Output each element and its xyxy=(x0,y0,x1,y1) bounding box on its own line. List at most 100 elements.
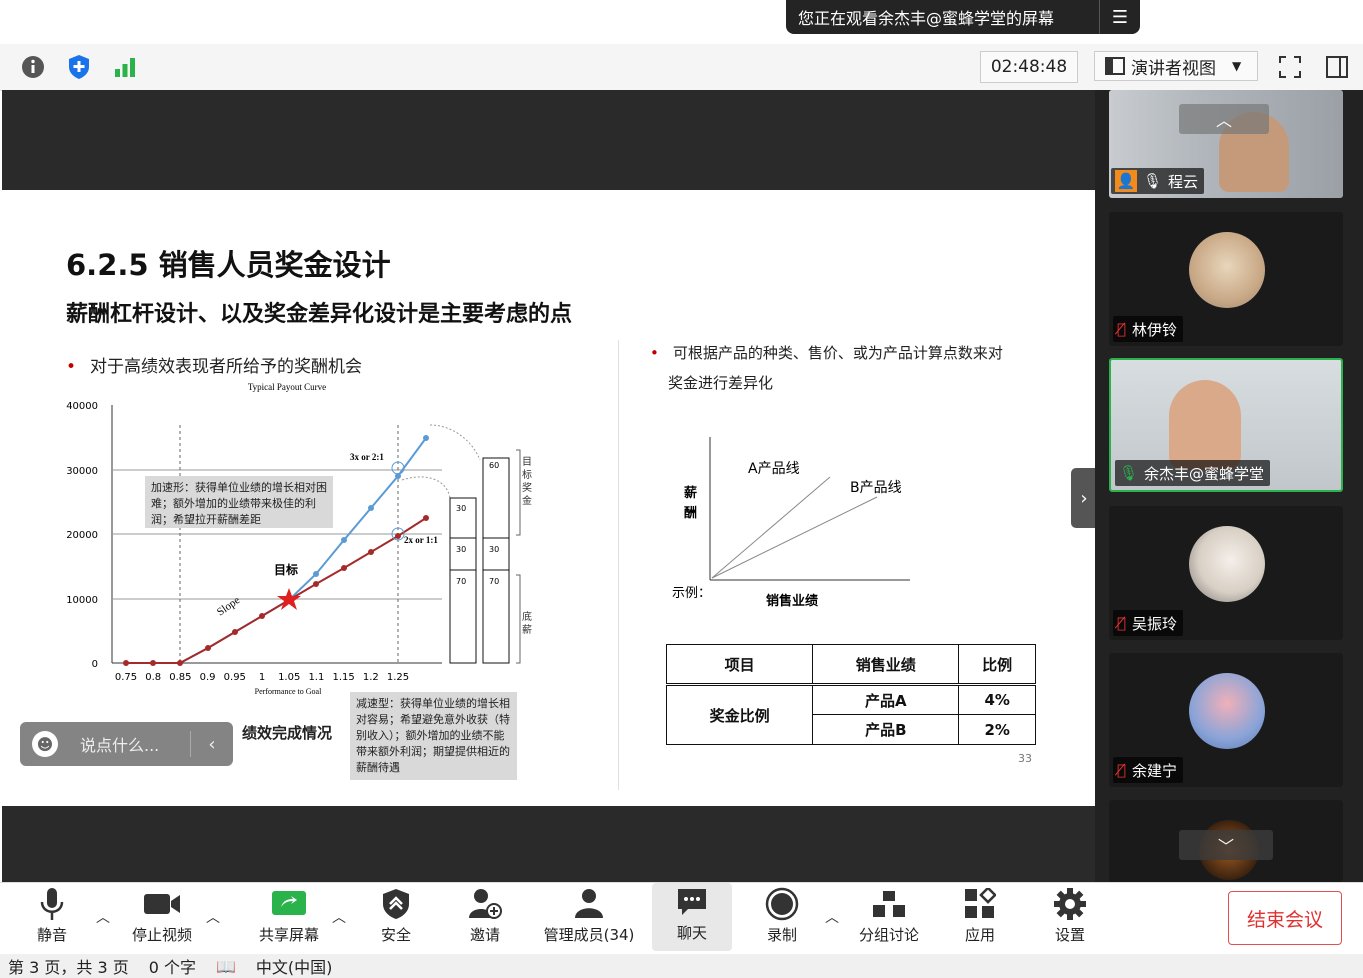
end-meeting-button[interactable]: 结束会议 xyxy=(1228,891,1342,945)
line-a xyxy=(711,476,831,579)
proofing-icon[interactable]: 📖 xyxy=(216,957,236,976)
security-button[interactable]: 安全 xyxy=(372,883,420,953)
chevron-up-icon[interactable]: ︿ xyxy=(206,907,220,927)
stop-video-button[interactable]: 停止视频 xyxy=(125,883,199,953)
chevron-up-icon[interactable]: ︿ xyxy=(96,907,110,927)
menu-icon[interactable]: ☰ xyxy=(1099,0,1140,34)
fullscreen-icon[interactable] xyxy=(1275,52,1305,82)
shield-icon xyxy=(382,886,410,922)
stack-value: 30 xyxy=(456,545,466,554)
shield-icon[interactable] xyxy=(64,52,94,82)
screen-share-notice-text: 您正在观看余杰丰@蜜蜂学堂的屏幕 xyxy=(798,9,1055,28)
participants-icon xyxy=(571,886,607,922)
y-tick: 40000 xyxy=(66,401,98,412)
slide-subtitle: 薪酬杠杆设计、以及奖金差异化设计是主要考虑的点 xyxy=(66,302,573,327)
language-indicator[interactable]: 中文(中国) xyxy=(256,954,333,978)
x-tick: 0.85 xyxy=(169,672,191,683)
sidebar-toggle-icon[interactable] xyxy=(1322,52,1352,82)
divider xyxy=(618,340,619,790)
x-axis-label-cn: 绩效完成情况 xyxy=(242,724,333,742)
chat-button[interactable]: 聊天 xyxy=(652,883,732,951)
emoji-icon[interactable]: ☻ xyxy=(32,731,58,757)
chevron-down-icon[interactable]: ﹀ xyxy=(1179,830,1273,860)
participant-name-bar: 🎙̸ 林伊铃 xyxy=(1113,316,1184,342)
add-user-icon xyxy=(468,886,502,922)
y-tick: 20000 xyxy=(66,530,98,541)
manage-members-button[interactable]: 管理成员(34) xyxy=(536,883,642,953)
page-count: 第 3 页，共 3 页 xyxy=(8,958,129,977)
x-tick: 1.2 xyxy=(363,672,379,683)
table-header: 项目 xyxy=(665,644,814,685)
bullet-right: • 可根据产品的种类、售价、或为产品计算点数来对 xyxy=(650,344,1003,362)
participant-tile[interactable]: 🎙̸ 吴振玲 xyxy=(1109,506,1343,640)
share-screen-button[interactable]: 共享屏幕 xyxy=(252,883,326,953)
mic-icon: 🎙 xyxy=(1143,172,1163,190)
meeting-toolbar: 02:48:48 演讲者视图 ▼ xyxy=(0,44,1363,91)
mic-muted-icon: 🎙̸ xyxy=(1117,761,1127,779)
participant-tile[interactable]: ︿ 👤 🎙 程云 xyxy=(1109,90,1343,198)
x-tick: 0.95 xyxy=(224,672,246,683)
apps-button[interactable]: 应用 xyxy=(956,883,1004,953)
invite-label: 邀请 xyxy=(469,926,500,944)
table-row-label: 奖金比例 xyxy=(665,683,814,745)
info-icon[interactable] xyxy=(18,52,48,82)
participant-name-bar: 🎙̸ 余建宁 xyxy=(1113,757,1184,783)
participant-tile[interactable]: ﹀ xyxy=(1109,800,1343,882)
chevron-up-icon[interactable]: ︿ xyxy=(1179,104,1269,134)
word-count: 0 个字 xyxy=(148,958,196,977)
table-header: 比例 xyxy=(958,644,1036,685)
stack-value: 30 xyxy=(489,545,499,554)
mic-icon: 🎙 xyxy=(1119,464,1139,482)
invite-button[interactable]: 邀请 xyxy=(460,883,510,953)
participant-name: 程云 xyxy=(1168,172,1199,191)
comment-input[interactable]: ☻ 说点什么... ‹ xyxy=(20,722,233,766)
chevron-left-icon[interactable]: ‹ xyxy=(190,731,233,757)
x-ticks: 0.75 0.8 0.85 0.9 0.95 1 1.05 1.1 1.15 1.2 1.25 xyxy=(115,672,409,683)
dotted-arc xyxy=(401,476,451,499)
x-tick: 1.05 xyxy=(278,672,300,683)
record-label: 录制 xyxy=(766,926,797,944)
mute-button[interactable]: 静音 xyxy=(22,883,82,953)
product-line-chart: A产品线 B产品线 示例： 销售业绩 薪酬 xyxy=(672,437,910,609)
participant-name: 余杰丰@蜜蜂学堂 xyxy=(1144,464,1265,483)
video-camera-icon xyxy=(143,886,181,922)
chevron-up-icon[interactable]: ︿ xyxy=(825,907,839,927)
stack-value: 70 xyxy=(456,577,466,586)
settings-button[interactable]: 设置 xyxy=(1046,883,1094,953)
decelerate-note: 减速型：获得单位业绩的增长相对容易；希望避免意外收获（特别收入）；额外增加的业绩… xyxy=(350,692,517,780)
share-screen-label: 共享屏幕 xyxy=(258,926,319,944)
stack-value: 70 xyxy=(489,577,499,586)
participant-name-bar: 🎙̸ 吴振玲 xyxy=(1113,610,1184,636)
host-icon: 👤 xyxy=(1115,170,1137,192)
breakout-rooms-icon xyxy=(872,886,906,922)
bracket xyxy=(516,574,521,664)
participant-tile[interactable]: 🎙̸ 余建宁 xyxy=(1109,653,1343,787)
signal-strength-icon[interactable] xyxy=(110,52,140,82)
mic-muted-icon: 🎙̸ xyxy=(1117,320,1127,338)
document-status-bar: 第 3 页，共 3 页 0 个字 📖 中文(中国) xyxy=(0,954,1363,978)
example-label: 示例： xyxy=(672,586,711,601)
gear-icon xyxy=(1053,886,1087,922)
bullet-left: • 对于高绩效表现者所给予的奖酬机会 xyxy=(66,357,363,377)
participant-name-bar: 🎙 余杰丰@蜜蜂学堂 xyxy=(1115,460,1271,486)
view-mode-label: 演讲者视图 xyxy=(1131,58,1216,79)
bracket xyxy=(516,449,521,536)
table-cell: 产品B xyxy=(812,714,960,745)
breakout-button[interactable]: 分组讨论 xyxy=(854,883,924,953)
participant-tile-active[interactable]: 🎙 余杰丰@蜜蜂学堂 xyxy=(1109,358,1343,492)
apps-label: 应用 xyxy=(964,926,995,944)
chevron-up-icon[interactable]: ︿ xyxy=(332,907,346,927)
bonus-ratio-table: 项目 销售业绩 比例 奖金比例 产品A 4% 产品B 2% xyxy=(665,644,1036,745)
microphone-icon xyxy=(39,886,65,922)
slide-page-number: 33 xyxy=(1018,752,1032,765)
bullet-left-text: 对于高绩效表现者所给予的奖酬机会 xyxy=(90,357,363,377)
participant-name: 林伊铃 xyxy=(1132,320,1178,339)
collapse-panel-button[interactable]: › xyxy=(1071,468,1097,528)
chart-title: Typical Payout Curve xyxy=(248,382,326,392)
participant-tile[interactable]: 🎙̸ 林伊铃 xyxy=(1109,212,1343,346)
slide-title: 6.2.5 销售人员奖金设计 xyxy=(66,248,391,282)
view-mode-dropdown[interactable]: 演讲者视图 ▼ xyxy=(1094,51,1258,81)
accelerate-note: 加速形：获得单位业绩的增长相对困难；额外增加的业绩带来极佳的利润；希望拉开薪酬差… xyxy=(145,476,333,528)
bullet-right-line2: 奖金进行差异化 xyxy=(668,374,774,392)
record-button[interactable]: 录制 xyxy=(758,883,806,953)
